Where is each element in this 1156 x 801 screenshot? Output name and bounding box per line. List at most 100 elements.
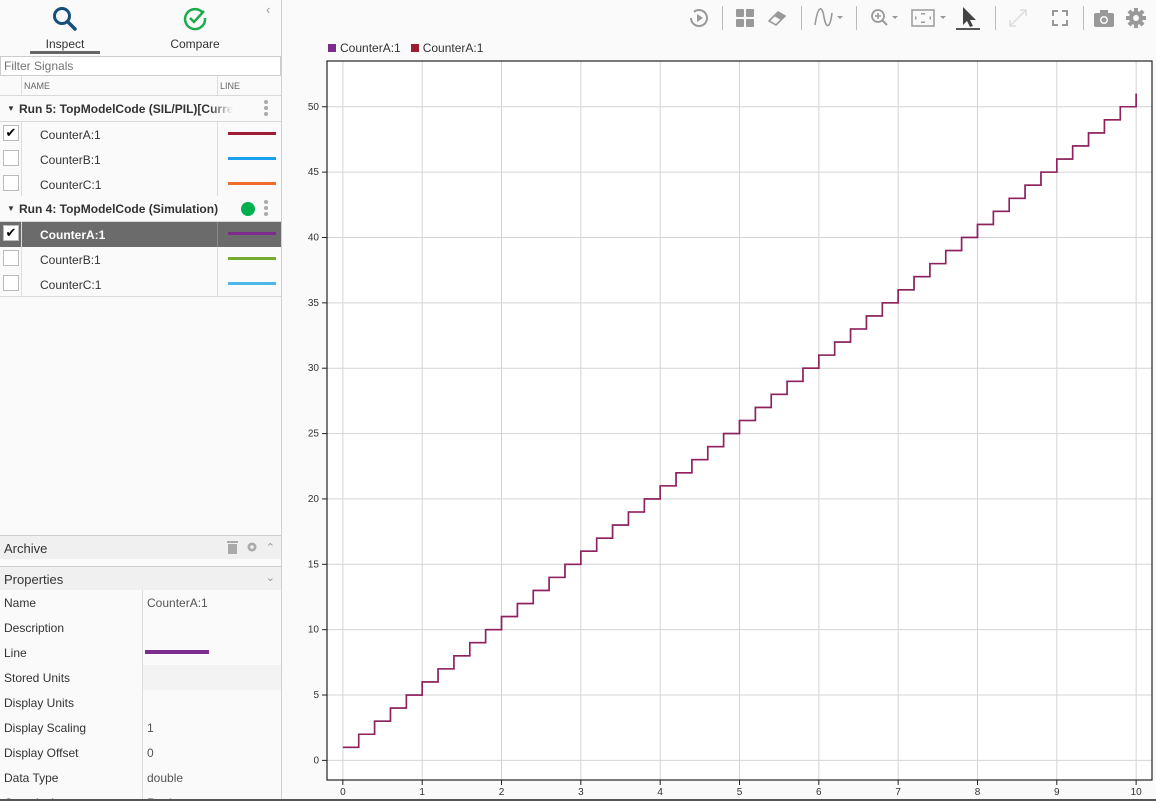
signal-row[interactable]: ✔ CounterA:1 [0,222,281,247]
fit-to-view-icon [911,9,946,27]
replay-icon [689,9,708,27]
line-swatch[interactable] [228,182,276,185]
y-tick-label: 15 [308,559,320,570]
signal-checkbox[interactable]: ✔ [3,125,19,141]
toolbar-divider [1083,6,1084,30]
zoom-in-icon [871,9,898,26]
line-style-swatch[interactable] [145,650,209,654]
signal-checkbox[interactable] [3,175,19,191]
snapshot-button[interactable] [1093,6,1115,30]
fullscreen-button[interactable] [1051,6,1069,30]
signal-style-button[interactable] [813,6,845,30]
property-value[interactable] [142,690,281,715]
camera-icon [1094,10,1114,27]
property-value[interactable]: CounterA:1 [142,590,281,615]
properties-panel-header[interactable]: Properties ⌄ [0,566,281,590]
property-value[interactable]: 0 [142,740,281,765]
line-swatch[interactable] [228,157,276,160]
trash-icon[interactable] [226,540,238,554]
y-tick-label: 35 [308,298,320,309]
property-row: Display Units [0,690,281,715]
layout-grid-icon [736,9,754,27]
column-header-line[interactable]: LINE [220,81,240,91]
tab-compare[interactable]: Compare [145,4,245,51]
signal-name: CounterB:1 [40,153,101,167]
signal-name: CounterC:1 [40,278,102,292]
caret-down-icon[interactable]: ▼ [7,104,15,113]
property-row: Display Scaling 1 [0,715,281,740]
signal-checkbox[interactable]: ✔ [3,225,19,241]
x-tick-label: 3 [578,787,584,798]
replay-button[interactable] [687,6,711,30]
property-value[interactable] [142,615,281,640]
plot-area[interactable]: 05101520253035404550 0 1 2 3 4 5 6 7 8 9 10 [283,36,1156,799]
gear-icon[interactable] [246,541,258,553]
property-key: Stored Units [4,671,71,685]
settings-gear-icon [1126,8,1146,28]
column-divider [21,147,22,172]
chevron-down-icon[interactable]: ⌄ [266,571,275,584]
filter-signals-input[interactable] [0,56,281,76]
column-divider [21,172,22,197]
x-tick-label: 8 [975,787,981,798]
caret-down-icon[interactable]: ▼ [7,204,15,213]
line-swatch[interactable] [228,282,276,285]
clear-button[interactable] [766,6,788,30]
search-icon [15,4,115,34]
property-key: Line [4,646,27,660]
run-label: Run 4: TopModelCode (Simulation) [19,202,219,216]
line-swatch[interactable] [228,232,276,235]
cursor-icon [963,7,976,27]
fullscreen-icon [1052,10,1068,26]
property-value[interactable]: 1 [142,715,281,740]
kebab-menu-icon[interactable] [264,200,268,218]
x-tick-label: 0 [340,787,346,798]
settings-button[interactable] [1125,6,1147,30]
column-header-name[interactable]: NAME [24,81,50,91]
signal-style-icon [814,8,843,27]
y-tick-label: 45 [308,167,320,178]
signal-checkbox[interactable] [3,150,19,166]
property-value[interactable] [142,665,281,690]
column-divider [217,172,218,197]
signal-checkbox[interactable] [3,250,19,266]
y-axis: 0 5 10 15 20 25 30 35 40 45 50 [308,102,327,766]
signal-row[interactable]: CounterC:1 [0,172,281,197]
signal-row[interactable]: CounterC:1 [0,272,281,297]
property-key: Name [4,596,37,610]
x-tick-label: 5 [737,787,743,798]
archive-panel-header[interactable]: Archive ⌃ [0,535,281,559]
properties-label: Properties [4,572,64,587]
fit-to-view-button[interactable] [910,6,950,30]
cursor-button[interactable] [956,6,980,30]
column-divider [217,76,218,95]
signal-row[interactable]: ✔ CounterA:1 [0,122,281,147]
zoom-button[interactable] [869,6,901,30]
run-4-header[interactable]: ▼ Run 4: TopModelCode (Simulation) [0,196,281,222]
property-row: Display Offset 0 [0,740,281,765]
column-divider [21,76,22,95]
column-divider [21,247,22,272]
signal-row[interactable]: CounterB:1 [0,247,281,272]
property-key: Display Offset [4,746,79,760]
column-divider [217,247,218,272]
run-5-header[interactable]: ▼ Run 5: TopModelCode (SIL/PIL)[Current] [0,96,281,122]
signal-checkbox[interactable] [3,275,19,291]
expand-button [1007,6,1029,30]
y-tick-label: 40 [308,232,320,243]
kebab-menu-icon[interactable] [264,100,268,118]
collapse-panel-icon[interactable]: ‹ [266,2,270,17]
chevron-up-icon[interactable]: ⌃ [266,541,275,554]
y-tick-label: 5 [313,690,319,701]
tab-inspect[interactable]: Inspect [15,4,115,54]
layout-button[interactable] [735,6,755,30]
signal-row[interactable]: CounterB:1 [0,147,281,172]
x-tick-label: 2 [499,787,505,798]
view-tabs: Inspect Compare ‹ [0,0,281,56]
signal-table-header: NAME LINE [0,76,281,96]
x-tick-label: 10 [1131,787,1143,798]
toolbar-divider [722,6,723,30]
line-swatch[interactable] [228,257,276,260]
line-swatch[interactable] [228,132,276,135]
x-tick-label: 1 [419,787,425,798]
